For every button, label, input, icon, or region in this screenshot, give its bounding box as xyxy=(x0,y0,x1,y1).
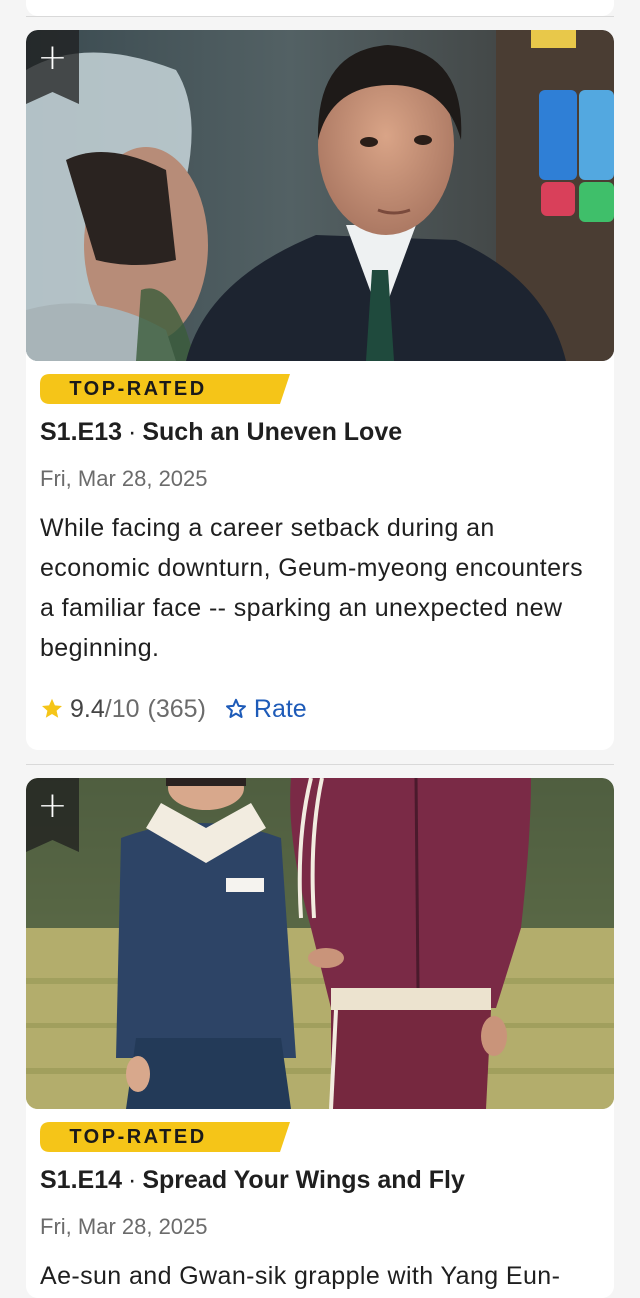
episode-name: Spread Your Wings and Fly xyxy=(142,1166,465,1194)
episode-name: Such an Uneven Love xyxy=(142,418,403,446)
plus-icon: + xyxy=(37,785,68,826)
episode-card[interactable]: + TOP-RATED S1.E14 · Spread Your Wings and… xyxy=(26,778,614,1298)
episode-title[interactable]: S1.E14 · Spread Your Wings and Fly xyxy=(40,1166,600,1195)
divider xyxy=(26,16,614,17)
episode-title[interactable]: S1.E13 · Such an Uneven Love xyxy=(40,418,600,447)
badge-label: TOP-RATED xyxy=(69,1126,207,1148)
top-rated-badge: TOP-RATED xyxy=(40,374,290,404)
badge-label: TOP-RATED xyxy=(69,378,207,400)
star-icon xyxy=(42,698,62,718)
episode-still-image xyxy=(26,30,614,361)
rating-max: /10 xyxy=(104,694,140,723)
top-rated-badge: TOP-RATED xyxy=(40,1122,290,1152)
title-separator: · xyxy=(128,1166,137,1194)
episode-code: S1.E13 xyxy=(40,418,123,446)
divider xyxy=(26,764,614,765)
episode-card[interactable]: + TOP-RATED S1.E13 · Such an Uneven Love F… xyxy=(26,30,614,750)
add-to-watchlist-button[interactable]: + xyxy=(26,778,79,852)
rating-row: 9.4/10 (365) Rate xyxy=(40,694,307,724)
plus-icon: + xyxy=(37,37,68,78)
episode-still-image xyxy=(26,778,614,1109)
previous-card-edge xyxy=(26,0,614,16)
rate-button[interactable]: Rate xyxy=(224,695,307,724)
add-to-watchlist-button[interactable]: + xyxy=(26,30,79,104)
episode-code: S1.E14 xyxy=(40,1166,123,1194)
rating-value: 9.4 xyxy=(70,694,105,723)
title-separator: · xyxy=(128,418,137,446)
episode-thumbnail[interactable]: + xyxy=(26,30,614,361)
rating-count: (365) xyxy=(147,694,206,723)
episode-description: While facing a career setback during an … xyxy=(40,514,584,662)
episode-thumbnail[interactable]: + xyxy=(26,778,614,1109)
air-date: Fri, Mar 28, 2025 xyxy=(40,466,208,491)
star-outline-icon xyxy=(225,698,246,718)
episode-description: Ae-sun and Gwan-sik grapple with Yang Eu… xyxy=(40,1262,561,1290)
rate-label: Rate xyxy=(253,694,307,723)
air-date: Fri, Mar 28, 2025 xyxy=(40,1214,208,1239)
